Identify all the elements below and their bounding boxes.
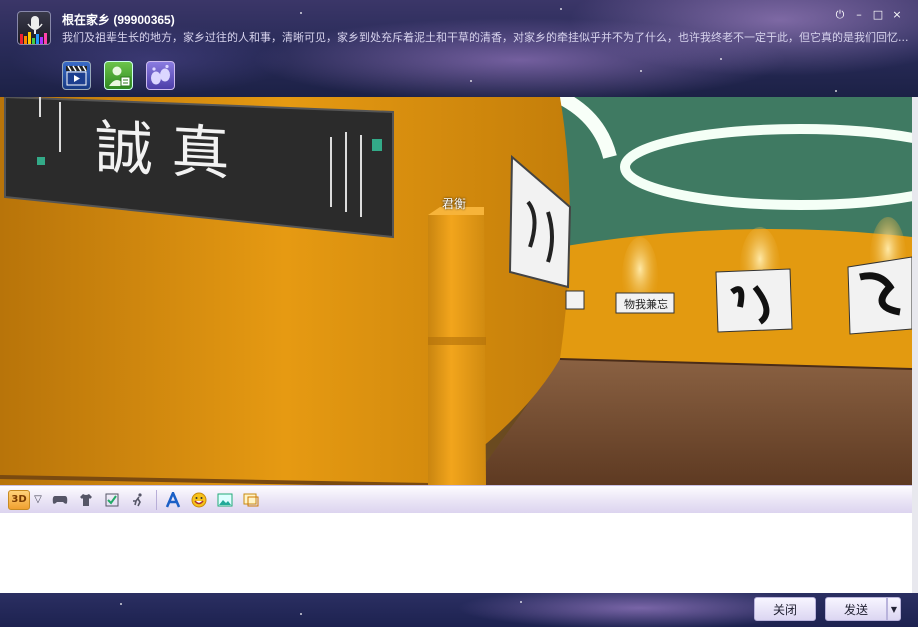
message-input-area[interactable] (0, 513, 912, 593)
close-button[interactable]: 关闭 (754, 597, 816, 621)
mode-dropdown-icon[interactable]: ▽ (32, 490, 44, 510)
group-description: 我们及祖辈生长的地方，家乡过往的人和事，清晰可见，家乡到处充斥着泥土和干草的清香… (62, 31, 909, 44)
avatar-name-tag: 君衡 (442, 197, 467, 211)
emoji-icon[interactable] (189, 490, 209, 510)
footer-bar: 关闭 发送 ▼ (0, 593, 918, 627)
power-icon[interactable]: ⏻ (833, 8, 847, 22)
avatar-figure[interactable] (428, 215, 486, 485)
group-header: 根在家乡 (99900365) 我们及祖辈生长的地方，家乡过往的人和事，清晰可见… (0, 0, 918, 97)
3d-mode-button[interactable]: 3D (8, 489, 30, 510)
maximize-icon[interactable]: □ (871, 8, 885, 22)
video-icon[interactable] (62, 61, 91, 90)
group-avatar[interactable] (17, 11, 51, 45)
font-icon[interactable] (163, 490, 183, 510)
message-input[interactable] (0, 513, 912, 593)
shirt-icon[interactable] (76, 490, 96, 510)
chat-toolbar: 3D ▽ (0, 485, 912, 513)
group-title: 根在家乡 (99900365) (62, 13, 175, 27)
checklist-icon[interactable] (102, 490, 122, 510)
member-card-icon[interactable] (104, 61, 133, 90)
image-icon[interactable] (215, 490, 235, 510)
close-icon[interactable]: × (890, 8, 904, 22)
screenshot-icon[interactable] (241, 490, 261, 510)
right-scrollbar[interactable] (912, 97, 918, 593)
3d-scene-view[interactable]: 誠 真 物我兼忘 君衡 (0, 97, 912, 485)
send-button[interactable]: 发送 (825, 597, 887, 621)
minimize-icon[interactable]: – (852, 8, 866, 22)
gamepad-icon[interactable] (50, 490, 70, 510)
send-options-dropdown[interactable]: ▼ (887, 597, 901, 621)
small-painting-text: 物我兼忘 (624, 297, 668, 311)
calligraphy-banner-text: 誠 真 (95, 113, 229, 188)
toolbar-divider (156, 489, 157, 510)
action-icon[interactable] (128, 490, 148, 510)
footprint-icon[interactable] (146, 61, 175, 90)
